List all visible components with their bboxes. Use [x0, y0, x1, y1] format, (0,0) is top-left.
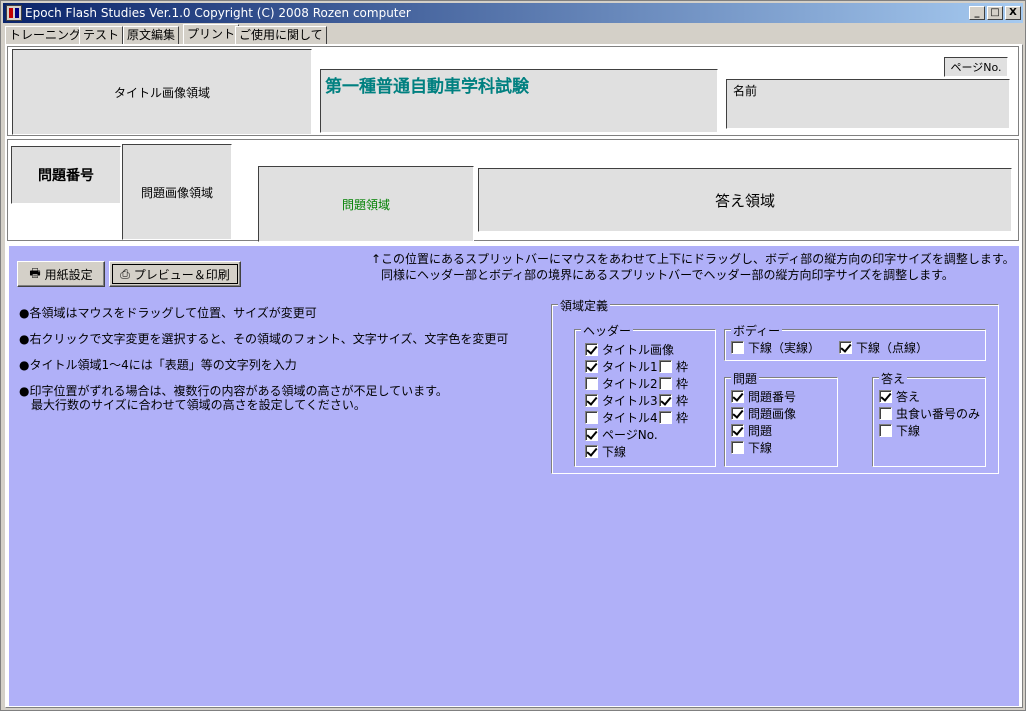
usage-note-2: ●右クリックで文字変更を選択すると、その領域のフォント、文字サイズ、文字色を変更…: [19, 332, 509, 346]
tab-source-edit[interactable]: 原文編集: [123, 26, 180, 44]
header-underline-checkbox[interactable]: 下線: [585, 443, 626, 460]
title4-checkbox[interactable]: タイトル4: [585, 409, 658, 426]
preview-print-button[interactable]: ⎙ プレビュー＆印刷: [109, 261, 241, 287]
splitter-note-2: 同様にヘッダー部とボディ部の境界にあるスプリットバーでヘッダー部の縦方向印字サイ…: [381, 268, 954, 282]
question-number-label: 問題番号: [38, 168, 94, 184]
question-image-label: 問題画像領域: [140, 185, 213, 200]
body-layout-panel: 問題番号 問題画像領域 問題領域 答え領域: [7, 139, 1019, 242]
answer-region[interactable]: 答え領域: [478, 168, 1012, 232]
title3-checkbox[interactable]: タイトル3: [585, 392, 658, 409]
title2-frame-checkbox[interactable]: 枠: [659, 375, 688, 392]
header-layout-panel: タイトル画像領域 第一種普通自動車学科試験 ページNo. 名前: [7, 46, 1019, 136]
question-image-region[interactable]: 問題画像領域: [122, 144, 232, 240]
tab-about[interactable]: ご使用に関して: [235, 26, 327, 44]
body-group-legend: ボディー: [731, 322, 783, 339]
paper-settings-button[interactable]: 🖶 用紙設定: [17, 261, 105, 287]
paper-settings-label: 用紙設定: [44, 267, 93, 282]
tab-test[interactable]: テスト: [79, 26, 124, 44]
title1-frame-checkbox[interactable]: 枠: [659, 358, 688, 375]
title-image-region[interactable]: タイトル画像領域: [12, 49, 312, 135]
splitter-note-1: ↑この位置にあるスプリットバーにマウスをあわせて上下にドラッグし、ボディ部の縦方…: [371, 252, 1015, 266]
window-title: Epoch Flash Studies Ver.1.0 Copyright (C…: [25, 6, 411, 20]
tab-strip: トレーニング テスト 原文編集 プリント ご使用に関して: [5, 24, 1023, 44]
settings-panel: 🖶 用紙設定 ⎙ プレビュー＆印刷 ↑この位置にあるスプリットバーにマウスをあわ…: [9, 244, 1019, 706]
question-region[interactable]: 問題領域: [258, 166, 474, 242]
app-icon[interactable]: [6, 5, 22, 21]
title2-checkbox[interactable]: タイトル2: [585, 375, 658, 392]
question-underline-checkbox[interactable]: 下線: [731, 439, 772, 456]
page-no-label: ページNo.: [950, 61, 1002, 74]
title-image-label: タイトル画像領域: [113, 85, 210, 100]
title3-frame-checkbox[interactable]: 枠: [659, 392, 688, 409]
body-group: ボディー 下線（実線） 下線（点線）: [724, 322, 986, 361]
minimize-button[interactable]: _: [969, 6, 985, 20]
question-number-checkbox[interactable]: 問題番号: [731, 388, 796, 405]
region-definition-group: 領域定義 ヘッダー タイトル画像 タイトル1 枠 タイトル2 枠 タイトル3 枠…: [551, 297, 999, 474]
answer-area-label: 答え領域: [714, 191, 775, 210]
region-definition-legend: 領域定義: [558, 297, 611, 314]
question-group: 問題 問題番号 問題画像 問題 下線: [724, 370, 838, 467]
app-window: Epoch Flash Studies Ver.1.0 Copyright (C…: [0, 0, 1026, 711]
name-region[interactable]: 名前: [726, 79, 1010, 129]
close-button[interactable]: X: [1005, 6, 1021, 20]
question-number-region[interactable]: 問題番号: [11, 146, 121, 204]
usage-note-5: 最大行数のサイズに合わせて領域の高さを設定してください。: [19, 398, 366, 412]
maximize-button[interactable]: □: [987, 6, 1003, 20]
answer-group: 答え 答え 虫食い番号のみ 下線: [872, 370, 986, 467]
preview-print-label: プレビュー＆印刷: [133, 267, 230, 282]
title-text: 第一種普通自動車学科試験: [325, 77, 529, 97]
title-text-region[interactable]: 第一種普通自動車学科試験: [320, 69, 718, 133]
title-image-checkbox[interactable]: タイトル画像: [585, 341, 674, 358]
header-group-legend: ヘッダー: [581, 322, 634, 339]
page-no-checkbox[interactable]: ページNo.: [585, 426, 658, 443]
name-label: 名前: [733, 84, 758, 98]
header-group: ヘッダー タイトル画像 タイトル1 枠 タイトル2 枠 タイトル3 枠 タイトル…: [574, 322, 716, 467]
question-area-label: 問題領域: [341, 197, 390, 212]
usage-note-1: ●各領域はマウスをドラッグして位置、サイズが変更可: [19, 306, 317, 320]
body-solid-underline-checkbox[interactable]: 下線（実線）: [731, 339, 820, 356]
usage-note-3: ●タイトル領域1～4には「表題」等の文字列を入力: [19, 358, 297, 372]
title4-frame-checkbox[interactable]: 枠: [659, 409, 688, 426]
paper-icon: 🖶: [29, 265, 41, 280]
title1-checkbox[interactable]: タイトル1: [585, 358, 658, 375]
tab-training[interactable]: トレーニング: [5, 26, 86, 44]
question-image-checkbox[interactable]: 問題画像: [731, 405, 796, 422]
printer-icon: ⎙: [120, 266, 130, 281]
tab-print[interactable]: プリント: [183, 24, 240, 44]
answer-checkbox[interactable]: 答え: [879, 388, 920, 405]
answer-underline-checkbox[interactable]: 下線: [879, 422, 920, 439]
question-checkbox[interactable]: 問題: [731, 422, 772, 439]
title-bar[interactable]: Epoch Flash Studies Ver.1.0 Copyright (C…: [3, 3, 1023, 23]
question-group-legend: 問題: [731, 370, 760, 387]
blank-number-only-checkbox[interactable]: 虫食い番号のみ: [879, 405, 980, 422]
answer-group-legend: 答え: [879, 370, 908, 387]
page-no-region[interactable]: ページNo.: [944, 57, 1008, 77]
body-dotted-underline-checkbox[interactable]: 下線（点線）: [839, 339, 928, 356]
